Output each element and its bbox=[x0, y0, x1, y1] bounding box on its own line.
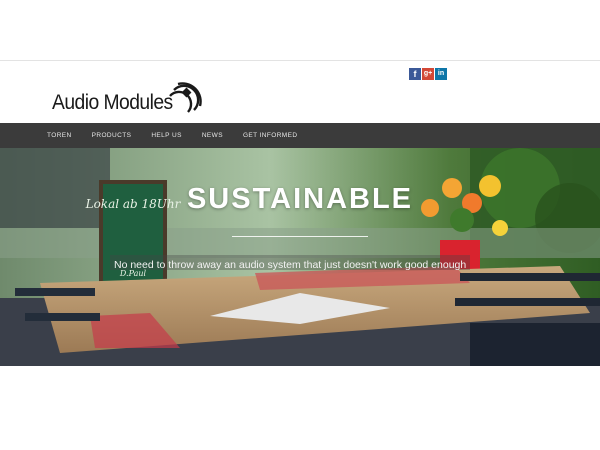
social-links: f g+ in bbox=[409, 68, 447, 80]
hero-caption: No need to throw away an audio system th… bbox=[114, 259, 467, 271]
facebook-icon[interactable]: f bbox=[409, 68, 421, 80]
nav-item-help-us[interactable]: HELP US bbox=[151, 123, 182, 148]
main-navigation: TOREN PRODUCTS HELP US NEWS GET INFORMED bbox=[0, 123, 600, 148]
logo-text: Audio Modules bbox=[52, 91, 173, 114]
hero-divider bbox=[232, 236, 368, 237]
site-logo[interactable]: Audio Modules bbox=[52, 78, 212, 118]
nav-item-products[interactable]: PRODUCTS bbox=[92, 123, 132, 148]
nav-item-news[interactable]: NEWS bbox=[202, 123, 223, 148]
google-plus-icon[interactable]: g+ bbox=[422, 68, 434, 80]
sound-waves-icon bbox=[169, 82, 202, 113]
hero-caption-box: No need to throw away an audio system th… bbox=[110, 255, 471, 271]
page: f g+ in Audio Modules TOREN PRODUCTS HEL… bbox=[0, 0, 600, 450]
header-divider bbox=[0, 60, 600, 61]
hero-banner[interactable]: Lokal ab 18Uhr D.Paul SUSTAINABLE No nee… bbox=[0, 148, 600, 366]
nav-item-toren[interactable]: TOREN bbox=[47, 123, 72, 148]
hero-title: SUSTAINABLE bbox=[186, 183, 414, 215]
nav-item-get-informed[interactable]: GET INFORMED bbox=[243, 123, 298, 148]
linkedin-icon[interactable]: in bbox=[435, 68, 447, 80]
